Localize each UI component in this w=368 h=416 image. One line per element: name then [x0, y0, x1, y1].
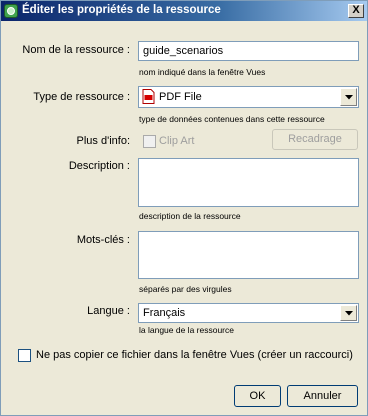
- keywords-textarea[interactable]: [138, 231, 359, 279]
- title-bar[interactable]: Éditer les propriétés de la ressource X: [1, 1, 367, 21]
- properties-dialog: Éditer les propriétés de la ressource X …: [0, 0, 368, 416]
- language-dropdown-arrow-icon[interactable]: [340, 305, 357, 321]
- keywords-label: Mots-clés :: [76, 234, 130, 246]
- description-label: Description :: [68, 160, 130, 172]
- clipart-label: Clip Art: [159, 135, 195, 147]
- description-hint: description de la ressource: [139, 211, 241, 221]
- type-dropdown-arrow-icon[interactable]: [340, 88, 357, 106]
- ok-button[interactable]: OK: [234, 385, 281, 407]
- type-selected-value: PDF File: [159, 91, 202, 103]
- clipart-checkbox[interactable]: [143, 135, 156, 148]
- type-select[interactable]: PDF File: [138, 86, 359, 108]
- type-hint: type de données contenues dans cette res…: [139, 114, 325, 124]
- app-icon: [4, 4, 18, 18]
- description-textarea[interactable]: [138, 158, 359, 207]
- keywords-hint: séparés par des virgules: [139, 284, 232, 294]
- reframe-button[interactable]: Recadrage: [272, 129, 358, 150]
- language-selected-value: Français: [143, 307, 186, 319]
- no-copy-checkbox[interactable]: [18, 349, 31, 362]
- name-field[interactable]: guide_scenarios: [138, 41, 359, 61]
- language-select[interactable]: Français: [138, 303, 359, 323]
- close-button[interactable]: X: [348, 4, 364, 18]
- name-value: guide_scenarios: [143, 45, 224, 57]
- dialog-title: Éditer les propriétés de la ressource: [22, 4, 221, 16]
- language-hint: la langue de la ressource: [139, 325, 234, 335]
- pdf-file-icon: [142, 89, 155, 104]
- name-hint: nom indiqué dans la fenêtre Vues: [139, 67, 266, 77]
- no-copy-label: Ne pas copier ce fichier dans la fenêtre…: [36, 349, 353, 361]
- name-label: Nom de la ressource :: [22, 44, 130, 56]
- cancel-button[interactable]: Annuler: [287, 385, 358, 407]
- language-label: Langue :: [87, 305, 130, 317]
- type-label: Type de ressource :: [33, 91, 130, 103]
- more-info-label: Plus d'info:: [76, 135, 130, 147]
